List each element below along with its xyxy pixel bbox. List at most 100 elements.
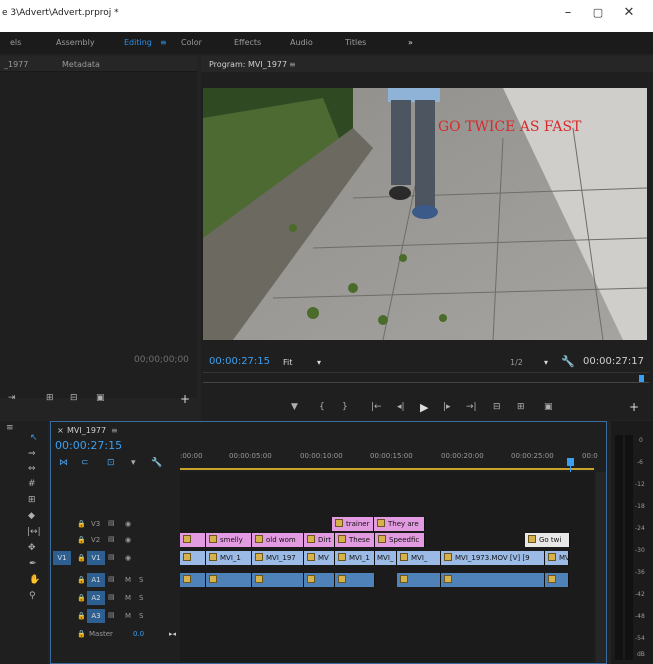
master-volume[interactable]: 0.0 [133, 630, 144, 638]
timeline-tab[interactable]: MVI_1977 [67, 426, 106, 435]
workspace-tab-titles[interactable]: Titles [345, 38, 366, 47]
sync-lock-icon[interactable]: ▤ [108, 593, 115, 601]
solo-button[interactable]: S [139, 594, 143, 602]
program-title[interactable]: Program: MVI_1977 [209, 60, 287, 69]
lift-button-icon[interactable]: ⊟ [493, 402, 501, 412]
track-target-a2[interactable]: A2 [87, 591, 105, 605]
wrench-icon[interactable]: 🔧 [561, 355, 575, 368]
eye-icon[interactable]: ◉ [125, 554, 131, 562]
clip-v2[interactable] [180, 533, 206, 547]
audio-clip-a1[interactable] [441, 573, 545, 587]
close-button[interactable]: ✕ [619, 4, 639, 22]
program-playhead-timecode[interactable]: 00:00:27:15 [209, 356, 270, 367]
sync-lock-icon[interactable]: ▤ [108, 535, 115, 543]
step-back-icon[interactable]: ◂| [397, 402, 405, 412]
clip-v3[interactable]: They are [374, 517, 425, 531]
mute-button[interactable]: M [125, 576, 131, 584]
workspace-tab-assembly[interactable]: Assembly [56, 38, 95, 47]
track-select-tool-icon[interactable]: ⇒ [28, 449, 36, 459]
audio-clip-a1[interactable] [180, 573, 206, 587]
go-to-out-icon[interactable]: →| [466, 402, 477, 412]
timeline-scrollbar[interactable] [596, 472, 606, 662]
nest-icon[interactable]: ⋈ [59, 458, 68, 468]
clip-v1[interactable]: MVI_ [397, 551, 441, 565]
add-marker-icon[interactable]: ▾ [131, 458, 136, 468]
razor-tool-icon[interactable]: ◆ [28, 511, 35, 521]
lift-icon[interactable]: ⊟ [70, 393, 78, 403]
audio-clip-a1[interactable] [252, 573, 304, 587]
snap-icon[interactable]: ⊂ [81, 458, 89, 468]
step-forward-icon[interactable]: |▸ [443, 402, 451, 412]
fit-chevron-down-icon[interactable]: ▾ [317, 358, 321, 367]
metadata-tab[interactable]: Metadata [62, 60, 100, 69]
solo-button[interactable]: S [139, 576, 143, 584]
insert-icon[interactable]: ⇥ [8, 393, 16, 403]
track-lock-icon[interactable]: 🔒 [77, 612, 86, 620]
clip-v1[interactable]: MVI_1973.MOV [V] [9 [441, 551, 545, 565]
marker-icon[interactable]: ▼ [291, 402, 298, 412]
clip-v1[interactable]: MVI [545, 551, 569, 565]
go-to-in-icon[interactable]: |← [371, 402, 382, 412]
audio-clip-a1[interactable] [206, 573, 252, 587]
workspace-tab-color[interactable]: Color [181, 38, 202, 47]
overwrite-icon[interactable]: ⊞ [46, 393, 54, 403]
solo-button[interactable]: S [139, 612, 143, 620]
track-lock-icon[interactable]: 🔒 [77, 520, 86, 528]
clip-v1[interactable]: MVI_ [375, 551, 397, 565]
track-lock-icon[interactable]: 🔒 [77, 630, 86, 638]
audio-clip-a1[interactable] [304, 573, 335, 587]
zoom-tool-icon[interactable]: ⚲ [29, 591, 36, 601]
timeline-timecode[interactable]: 00:00:27:15 [55, 439, 122, 452]
workspace-tab-libraries[interactable]: els [10, 38, 21, 47]
timeline-ruler[interactable]: :00:00 00:00:05:00 00:00:10:00 00:00:15:… [180, 448, 598, 470]
source-patch-v1[interactable]: V1 [53, 551, 71, 565]
track-lock-icon[interactable]: 🔒 [77, 576, 86, 584]
panel-menu-icon[interactable]: ≡ [6, 423, 14, 433]
maximize-button[interactable]: ▢ [588, 4, 608, 22]
mark-in-icon[interactable]: { [319, 402, 325, 412]
source-tab[interactable]: _1977 [4, 60, 28, 69]
clip-v2[interactable]: Go twi [525, 533, 570, 547]
track-lock-icon[interactable]: 🔒 [77, 594, 86, 602]
clip-v2[interactable]: old wom [252, 533, 304, 547]
track-target-a1[interactable]: A1 [87, 573, 105, 587]
sync-lock-icon[interactable]: ▤ [108, 575, 115, 583]
workspace-tab-effects[interactable]: Effects [234, 38, 261, 47]
rolling-edit-tool-icon[interactable]: # [28, 479, 36, 489]
workspace-tab-editing[interactable]: Editing [124, 38, 152, 47]
track-area[interactable] [180, 472, 594, 662]
clip-v1[interactable] [180, 551, 206, 565]
audio-clip-a1[interactable] [397, 573, 441, 587]
clip-v2[interactable]: These [335, 533, 375, 547]
timeline-close-icon[interactable]: × [57, 426, 64, 435]
slide-tool-icon[interactable]: ✥ [28, 543, 36, 553]
sync-lock-icon[interactable]: ▤ [108, 611, 115, 619]
track-lock-icon[interactable]: 🔒 [77, 554, 86, 562]
workspace-menu-icon[interactable]: ≡ [160, 38, 167, 47]
clip-v2[interactable]: Speedfic [375, 533, 425, 547]
clip-v2[interactable]: smelly [206, 533, 252, 547]
rate-stretch-tool-icon[interactable]: ⊞ [28, 495, 36, 505]
track-lock-icon[interactable]: 🔒 [77, 536, 86, 544]
workspace-overflow-icon[interactable]: » [408, 38, 413, 47]
timeline-menu-icon[interactable]: ≡ [111, 426, 118, 435]
export-frame-icon[interactable]: ▣ [544, 402, 553, 412]
minimize-button[interactable]: – [558, 4, 578, 22]
resolution-chevron-down-icon[interactable]: ▾ [544, 358, 548, 367]
timeline-wrench-icon[interactable]: 🔧 [151, 458, 162, 468]
camera-icon[interactable]: ▣ [96, 393, 105, 403]
resolution-dropdown[interactable]: 1/2 [510, 358, 523, 367]
clip-v3[interactable]: trainer [332, 517, 374, 531]
slip-tool-icon[interactable]: |↔| [27, 527, 41, 537]
track-target-a3[interactable]: A3 [87, 609, 105, 623]
play-icon[interactable]: ▶ [420, 401, 428, 414]
sync-lock-icon[interactable]: ▤ [108, 553, 115, 561]
clip-v1[interactable]: MVI_1 [206, 551, 252, 565]
fit-dropdown[interactable]: Fit [283, 358, 292, 367]
audio-clip-a1[interactable] [335, 573, 375, 587]
clip-v2[interactable]: Dirt [304, 533, 335, 547]
eye-icon[interactable]: ◉ [125, 520, 131, 528]
workspace-tab-audio[interactable]: Audio [290, 38, 313, 47]
selection-tool-icon[interactable]: ↖ [30, 433, 38, 443]
eye-icon[interactable]: ◉ [125, 536, 131, 544]
